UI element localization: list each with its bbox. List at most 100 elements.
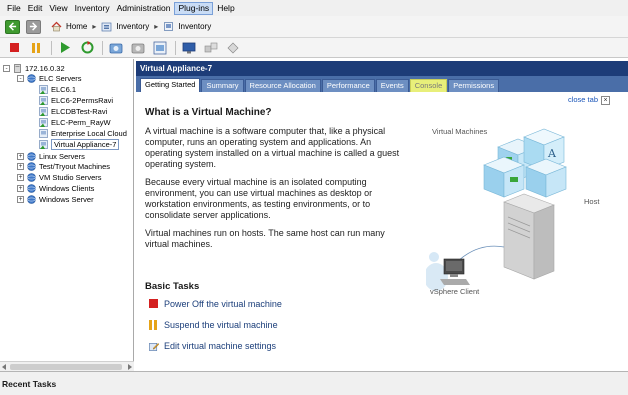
breadcrumb-separator: ▸ — [92, 22, 97, 31]
tree-node-elc6-1[interactable]: ELC6.1 — [39, 84, 76, 94]
scroll-left-icon[interactable] — [2, 364, 6, 370]
tree-node-elcdbtest-ravi[interactable]: ELCDBTest-Ravi — [39, 106, 107, 116]
tab-events[interactable]: Events — [375, 79, 409, 92]
task-edit-settings-label[interactable]: Edit virtual machine settings — [164, 341, 276, 351]
tree-node-windows-clients[interactable]: + Windows Clients — [17, 183, 94, 193]
tag-button[interactable] — [225, 40, 241, 56]
tab-console[interactable]: Console — [409, 79, 448, 92]
tree-horizontal-scrollbar[interactable] — [0, 361, 134, 371]
suspend-button[interactable] — [28, 40, 44, 56]
task-power-off-label[interactable]: Power Off the virtual machine — [164, 299, 282, 309]
reset-button[interactable] — [79, 40, 95, 56]
expand-icon[interactable]: + — [17, 184, 24, 192]
cluster-icon — [27, 161, 36, 171]
play-icon — [61, 42, 70, 53]
virtual-machines-label: Virtual Machines — [432, 127, 488, 136]
task-suspend[interactable]: Suspend the virtual machine — [149, 320, 278, 330]
tree-node-windows-server[interactable]: + Windows Server — [17, 194, 94, 204]
tree-node-vm-studio-servers[interactable]: + VM Studio Servers — [17, 172, 102, 182]
reset-icon — [81, 41, 93, 54]
menu-file[interactable]: File — [4, 2, 24, 15]
power-on-button[interactable] — [57, 40, 73, 56]
tab-getting-started[interactable]: Getting Started — [140, 78, 201, 92]
svg-text:A: A — [547, 147, 557, 160]
menu-plug-ins[interactable]: Plug-ins — [174, 1, 214, 15]
tree-node-label: Windows Server — [39, 194, 94, 204]
paragraph-definition: A virtual machine is a software computer… — [145, 126, 400, 169]
task-power-off[interactable]: Power Off the virtual machine — [149, 299, 282, 309]
menu-edit[interactable]: Edit — [25, 2, 46, 15]
tag-icon — [227, 42, 239, 53]
tab-permissions[interactable]: Permissions — [448, 79, 500, 92]
vm-cubes-graphic: A — [483, 128, 567, 198]
tree-node-label: ELC6.1 — [51, 84, 77, 94]
task-suspend-label[interactable]: Suspend the virtual machine — [164, 320, 278, 330]
suspend-icon — [149, 320, 159, 330]
cluster-icon — [27, 183, 36, 193]
expand-icon[interactable]: + — [17, 152, 24, 160]
edit-settings-icon — [149, 341, 159, 351]
pause-icon — [32, 42, 40, 53]
menu-administration[interactable]: Administration — [114, 2, 174, 15]
menu-view[interactable]: View — [46, 2, 70, 15]
tree-node-enterprise-local-cloud[interactable]: Enterprise Local Cloud — [39, 128, 127, 138]
breadcrumb-inventory[interactable]: Inventory — [116, 22, 149, 31]
breadcrumb-vms-templates[interactable]: Inventory — [178, 22, 211, 31]
tree-node-root[interactable]: - 172.16.0.32 — [3, 63, 65, 73]
expand-icon[interactable]: + — [17, 195, 24, 203]
vm-icon — [39, 139, 48, 149]
tab-summary[interactable]: Summary — [201, 79, 244, 92]
tab-performance[interactable]: Performance — [321, 79, 375, 92]
tree-node-label: Windows Clients — [39, 183, 95, 193]
tree-node-virtual-appliance-7[interactable]: Virtual Appliance-7 — [39, 138, 120, 150]
power-off-button[interactable] — [6, 40, 22, 56]
tree-node-label: Linux Servers — [39, 151, 85, 161]
recent-tasks-label[interactable]: Recent Tasks — [2, 379, 56, 389]
breadcrumb-home[interactable]: Home — [66, 22, 87, 31]
menu-help[interactable]: Help — [214, 2, 237, 15]
forward-button[interactable] — [26, 19, 41, 34]
menu-inventory[interactable]: Inventory — [72, 2, 113, 15]
menu-bar: File Edit View Inventory Administration … — [0, 0, 628, 16]
close-tab-link[interactable]: close tab × — [568, 95, 610, 105]
collapse-icon[interactable]: - — [17, 74, 24, 82]
inventory-icon — [101, 21, 112, 32]
console-button[interactable] — [181, 40, 197, 56]
scrollbar-thumb[interactable] — [10, 364, 122, 370]
tab-strip: Getting Started Summary Resource Allocat… — [136, 76, 628, 92]
revert-snapshot-button[interactable] — [130, 40, 146, 56]
migrate-icon — [204, 42, 218, 52]
tree-node-elc6-2permsravi[interactable]: ELC6-2PermsRavi — [39, 95, 113, 105]
migrate-button[interactable] — [203, 40, 219, 56]
tree-node-test-tryout-machines[interactable]: + Test/Tryout Machines — [17, 161, 110, 171]
power-off-icon — [149, 299, 159, 309]
console-icon — [182, 42, 196, 53]
revert-icon — [131, 43, 145, 53]
close-tab-label[interactable]: close tab — [568, 95, 598, 104]
task-edit-settings[interactable]: Edit virtual machine settings — [149, 341, 276, 351]
vm-off-icon — [39, 128, 48, 138]
tree-node-label: ELC Servers — [39, 73, 82, 83]
basic-tasks-heading: Basic Tasks — [145, 281, 200, 292]
tree-node-elc-perm-rayw[interactable]: ELC-Perm_RayW — [39, 117, 111, 127]
close-icon[interactable]: × — [601, 95, 610, 105]
snapshot-manager-button[interactable] — [152, 40, 168, 56]
tab-resource-allocation[interactable]: Resource Allocation — [244, 79, 321, 92]
toolbar — [0, 38, 628, 58]
tree-node-linux-servers[interactable]: + Linux Servers — [17, 151, 85, 161]
getting-started-content: What is a Virtual Machine? A virtual mac… — [145, 107, 401, 257]
collapse-icon[interactable]: - — [3, 64, 10, 72]
tree-node-label: Virtual Appliance-7 — [51, 138, 120, 150]
toolbar-separator — [175, 40, 176, 55]
navigation-bar: Home ▸ Inventory ▸ Inventory — [0, 16, 628, 38]
object-title: Virtual Appliance-7 — [136, 61, 628, 76]
back-button[interactable] — [5, 19, 20, 34]
host-label: Host — [584, 197, 600, 206]
tree-node-elc-servers[interactable]: - ELC Servers — [17, 73, 82, 83]
scroll-right-icon[interactable] — [128, 364, 132, 370]
tree-node-label: ELC-Perm_RayW — [51, 117, 111, 127]
expand-icon[interactable]: + — [17, 162, 24, 170]
expand-icon[interactable]: + — [17, 173, 24, 181]
toolbar-separator — [102, 40, 103, 55]
snapshot-button[interactable] — [108, 40, 124, 56]
